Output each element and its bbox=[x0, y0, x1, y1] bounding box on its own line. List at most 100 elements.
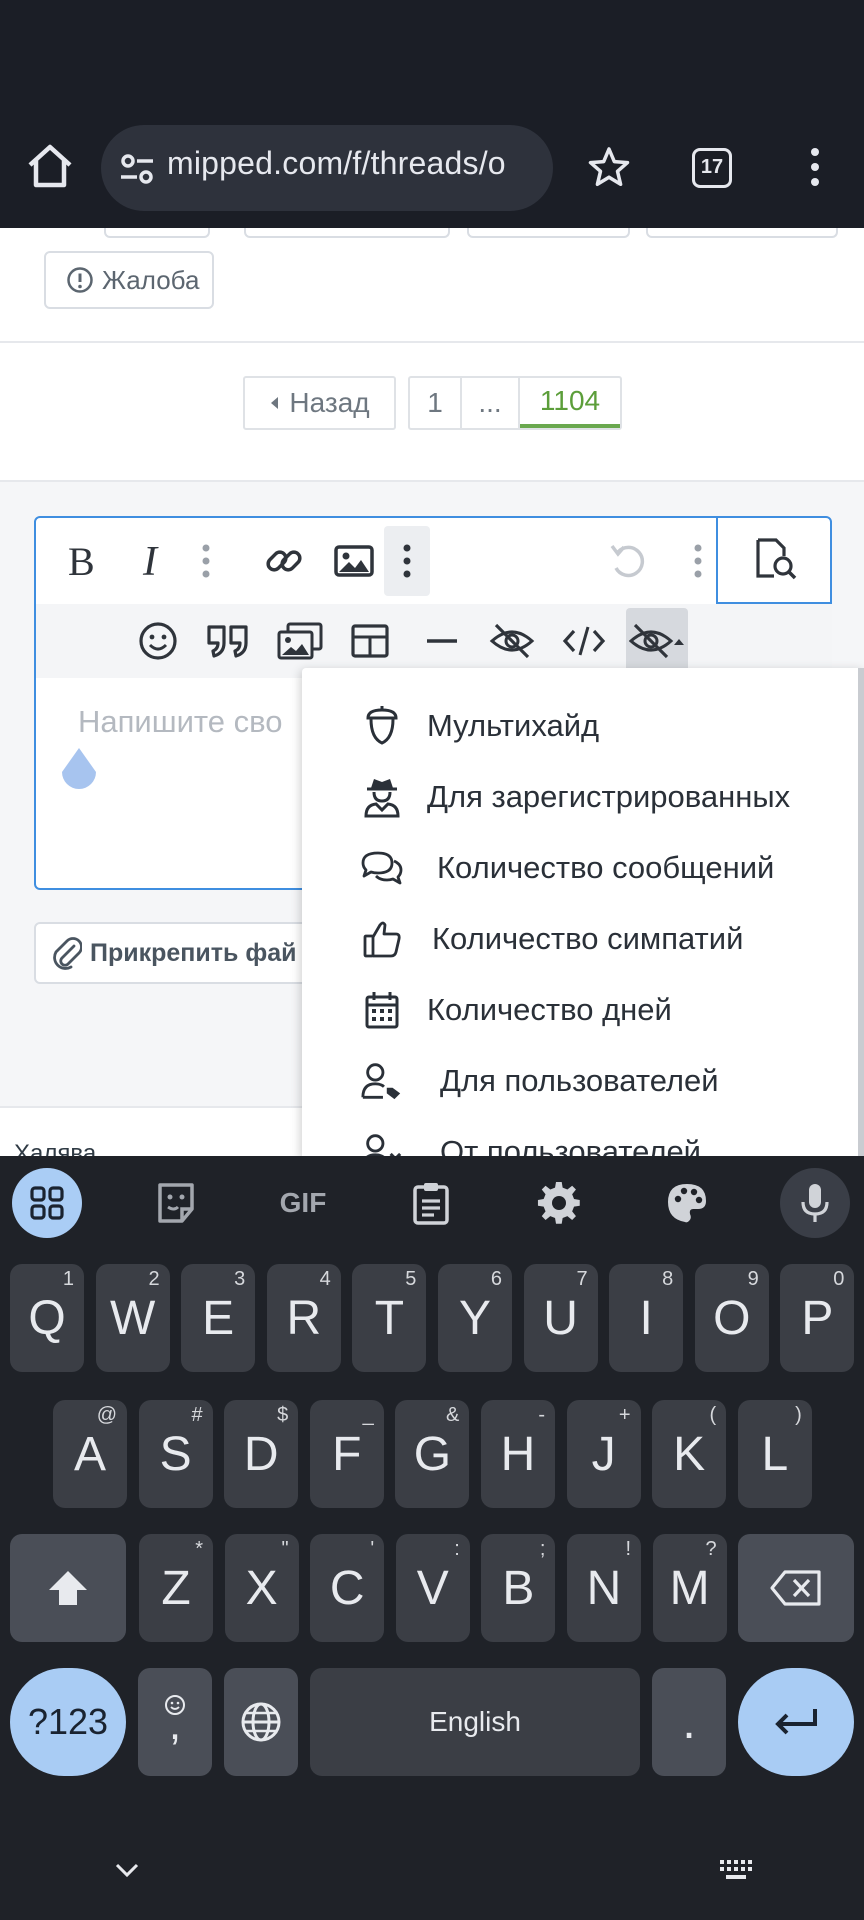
microphone-icon[interactable] bbox=[780, 1168, 850, 1238]
comma-label: , bbox=[168, 1700, 182, 1749]
quote-icon[interactable] bbox=[202, 608, 254, 674]
key-hint: ; bbox=[539, 1538, 546, 1560]
menu-item-label: Количество дней bbox=[427, 991, 672, 1027]
undo-icon[interactable] bbox=[602, 526, 654, 596]
page-link-1[interactable]: 1 bbox=[410, 378, 462, 428]
theme-palette-icon[interactable] bbox=[652, 1168, 722, 1238]
menu-item-registered[interactable]: Для зарегистрированных bbox=[302, 761, 864, 832]
preview-button[interactable] bbox=[716, 516, 832, 604]
key-hint: " bbox=[281, 1538, 289, 1560]
pagination-back-button[interactable]: Назад bbox=[243, 376, 396, 430]
key-q[interactable]: Q1 bbox=[10, 1264, 84, 1372]
breadcrumb-link[interactable]: Халява bbox=[14, 1140, 96, 1156]
page-ellipsis[interactable]: ... bbox=[462, 378, 520, 428]
language-globe-key[interactable] bbox=[224, 1668, 298, 1776]
key-o[interactable]: O9 bbox=[694, 1264, 769, 1372]
key-p[interactable]: P0 bbox=[780, 1264, 855, 1372]
browser-menu-icon[interactable] bbox=[800, 144, 830, 190]
url-text: mipped.com/f/threads/o bbox=[167, 145, 506, 181]
key-v[interactable]: V: bbox=[395, 1534, 470, 1642]
key-j[interactable]: J + bbox=[566, 1400, 641, 1508]
backspace-key[interactable] bbox=[738, 1534, 854, 1642]
horizontal-line-icon[interactable] bbox=[416, 608, 468, 674]
period-key[interactable]: . bbox=[652, 1668, 726, 1776]
key-c[interactable]: C ' bbox=[310, 1534, 385, 1642]
space-key[interactable]: English bbox=[310, 1668, 640, 1776]
key-g[interactable]: G & bbox=[395, 1400, 470, 1508]
enter-key[interactable] bbox=[738, 1668, 854, 1776]
page-current[interactable]: 1104 bbox=[520, 378, 620, 428]
spoiler-eye-slash-icon[interactable] bbox=[486, 608, 538, 674]
key-l[interactable]: L) bbox=[737, 1400, 812, 1508]
key-hint: ' bbox=[370, 1538, 375, 1560]
hide-menu-toggle-icon[interactable] bbox=[626, 608, 688, 674]
key-e[interactable]: E3 bbox=[181, 1264, 256, 1372]
menu-item-message-count[interactable]: Количество сообщений bbox=[302, 832, 864, 903]
menu-item-for-users[interactable]: Для пользователей bbox=[302, 1045, 864, 1116]
more-options-icon[interactable] bbox=[678, 526, 718, 596]
address-bar[interactable]: mipped.com/f/threads/o bbox=[101, 125, 553, 211]
site-settings-icon[interactable] bbox=[117, 149, 157, 189]
menu-item-label: От пользователей bbox=[440, 1133, 702, 1157]
table-icon[interactable] bbox=[344, 608, 396, 674]
key-hint: 9 bbox=[747, 1268, 759, 1290]
italic-icon[interactable]: I bbox=[128, 526, 180, 596]
like-button[interactable] bbox=[104, 228, 210, 238]
key-r[interactable]: R4 bbox=[266, 1264, 341, 1372]
link-icon[interactable] bbox=[258, 526, 310, 596]
key-f[interactable]: F _ bbox=[309, 1400, 384, 1508]
key-z[interactable]: Z * bbox=[139, 1534, 213, 1642]
emoji-comma-key[interactable]: , bbox=[138, 1668, 212, 1776]
reply-button[interactable] bbox=[646, 228, 838, 238]
apps-grid-icon[interactable] bbox=[12, 1168, 82, 1238]
report-button[interactable]: Жалоба bbox=[44, 251, 214, 309]
key-d[interactable]: D $ bbox=[224, 1400, 299, 1508]
sticker-icon[interactable] bbox=[141, 1168, 211, 1238]
menu-item-days-count[interactable]: Количество дней bbox=[302, 974, 864, 1045]
bold-icon[interactable]: B bbox=[56, 526, 108, 596]
symbols-key[interactable]: ?123 bbox=[10, 1668, 126, 1776]
settings-gear-icon[interactable] bbox=[524, 1168, 594, 1238]
page-numbers: 1 ... 1104 bbox=[408, 376, 622, 430]
editor-toolbar-main: B I bbox=[36, 518, 718, 604]
gif-button[interactable]: GIF bbox=[268, 1168, 338, 1238]
attach-files-button[interactable]: Прикрепить фай bbox=[34, 922, 334, 984]
key-k[interactable]: K( bbox=[652, 1400, 727, 1508]
more-insert-icon[interactable] bbox=[384, 526, 430, 596]
key-t[interactable]: T5 bbox=[352, 1264, 427, 1372]
keyboard-switcher-icon[interactable] bbox=[718, 1858, 754, 1887]
bookmark-star-icon[interactable] bbox=[586, 144, 632, 190]
key-u[interactable]: U7 bbox=[523, 1264, 598, 1372]
more-formatting-icon[interactable] bbox=[186, 526, 226, 596]
text-cursor-handle-icon[interactable] bbox=[58, 746, 100, 794]
menu-item-from-users[interactable]: От пользователей bbox=[302, 1116, 864, 1156]
key-s[interactable]: S # bbox=[138, 1400, 213, 1508]
key-a[interactable]: A @ bbox=[53, 1400, 127, 1508]
dropdown-scrollbar[interactable] bbox=[858, 668, 864, 1156]
home-icon[interactable] bbox=[22, 138, 78, 194]
key-x[interactable]: X " bbox=[224, 1534, 299, 1642]
key-hint: 2 bbox=[148, 1268, 160, 1290]
hide-keyboard-chevron-icon[interactable] bbox=[112, 1860, 142, 1885]
key-n[interactable]: N! bbox=[567, 1534, 641, 1642]
quote-button[interactable] bbox=[467, 228, 630, 238]
key-w[interactable]: W2 bbox=[95, 1264, 170, 1372]
code-icon[interactable] bbox=[558, 608, 610, 674]
key-i[interactable]: I8 bbox=[609, 1264, 684, 1372]
tab-switcher-button[interactable]: 17 bbox=[692, 148, 732, 188]
smile-icon[interactable] bbox=[132, 608, 184, 674]
editor-textarea[interactable]: Напишите сво bbox=[78, 704, 282, 740]
key-y[interactable]: Y6 bbox=[438, 1264, 512, 1372]
key-m[interactable]: M? bbox=[652, 1534, 727, 1642]
back-label: Назад bbox=[289, 387, 370, 418]
reputation-button[interactable] bbox=[244, 228, 450, 238]
gallery-icon[interactable] bbox=[274, 608, 326, 674]
menu-item-multihide[interactable]: Мультихайд bbox=[302, 690, 864, 761]
key-h[interactable]: H- bbox=[481, 1400, 555, 1508]
menu-item-likes-count[interactable]: Количество симпатий bbox=[302, 903, 864, 974]
clipboard-icon[interactable] bbox=[396, 1168, 466, 1238]
key-b[interactable]: B; bbox=[481, 1534, 556, 1642]
image-icon[interactable] bbox=[328, 526, 380, 596]
shift-key[interactable] bbox=[10, 1534, 126, 1642]
key-label: X bbox=[245, 1561, 278, 1615]
